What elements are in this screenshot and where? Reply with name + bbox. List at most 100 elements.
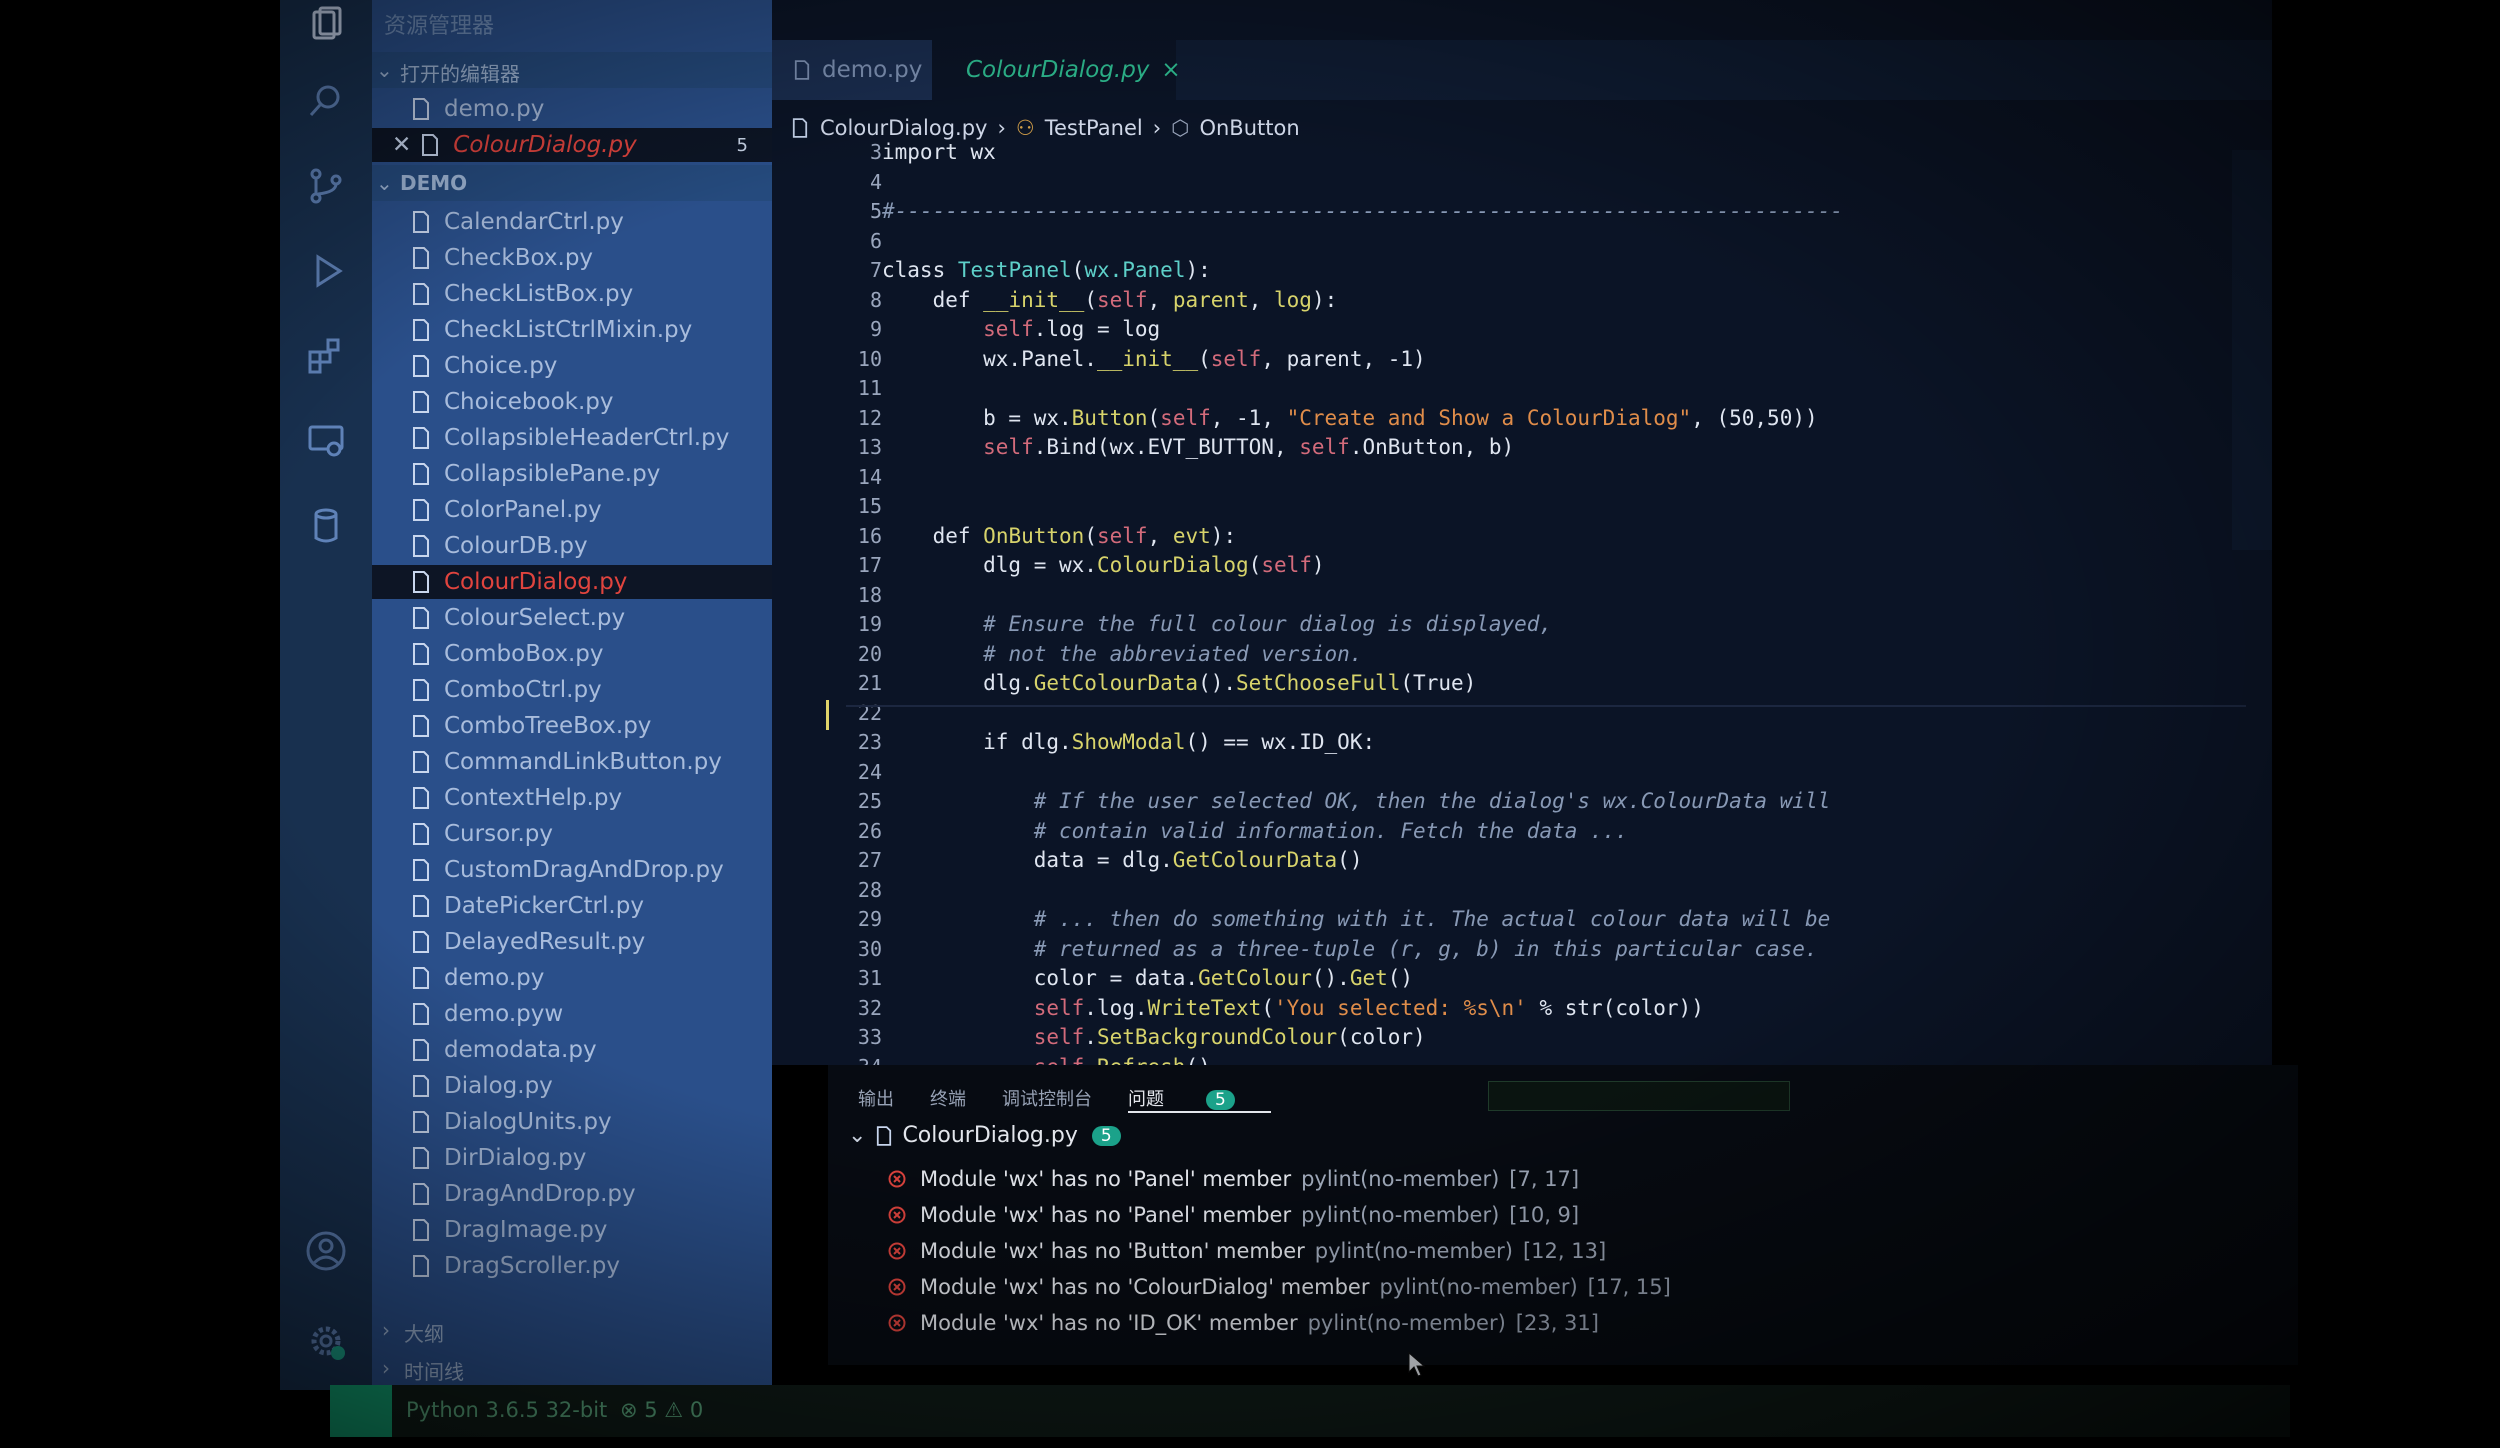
outline-header[interactable]: › 大纲 (372, 1312, 772, 1348)
code-line[interactable]: def __init__(self, parent, log): (882, 288, 1338, 312)
file-tree-item[interactable]: DatePickerCtrl.py (412, 889, 772, 923)
file-tree-item[interactable]: Cursor.py (412, 817, 772, 851)
code-line[interactable]: # returned as a three-tuple (r, g, b) in… (882, 937, 1818, 961)
folder-header-demo[interactable]: ⌄ DEMO (372, 165, 772, 201)
file-tree-item[interactable]: DragAndDrop.py (412, 1177, 772, 1211)
code-line[interactable]: import wx (882, 140, 996, 164)
file-icon (413, 571, 429, 593)
line-number: 26 (857, 818, 882, 843)
file-tree-item[interactable]: Dialog.py (412, 1069, 772, 1103)
database-icon[interactable] (300, 500, 352, 552)
open-editors-header[interactable]: ⌄ 打开的编辑器 (372, 52, 772, 88)
file-tree-item[interactable]: ComboTreeBox.py (412, 709, 772, 743)
code-line[interactable]: self.Refresh() (882, 1055, 1211, 1066)
file-tree-item[interactable]: DragImage.py (412, 1213, 772, 1247)
code-line[interactable]: b = wx.Button(self, -1, "Create and Show… (882, 406, 1817, 430)
breadcrumb-file[interactable]: ColourDialog.py (820, 116, 987, 140)
code-line[interactable]: # ... then do something with it. The act… (882, 907, 1831, 931)
file-tree-item[interactable]: demo.pyw (412, 997, 772, 1031)
file-tree-item[interactable]: demo.py (412, 961, 772, 995)
file-icon (413, 1219, 429, 1241)
breadcrumb-method[interactable]: OnButton (1199, 116, 1299, 140)
line-number: 19 (857, 612, 882, 636)
file-tree-item[interactable]: ColorPanel.py (412, 493, 772, 527)
file-label: DragScroller.py (444, 1253, 620, 1279)
file-tree-item[interactable]: DialogUnits.py (412, 1105, 772, 1139)
file-tree-item[interactable]: CheckBox.py (412, 241, 772, 275)
open-editor-colourdialog[interactable]: ✕ ColourDialog.py 5 (372, 128, 772, 162)
file-tree-item[interactable]: CheckListBox.py (412, 277, 772, 311)
problem-item[interactable]: Module 'wx' has no 'Button' member pylint… (888, 1239, 1606, 1263)
code-line[interactable]: self.SetBackgroundColour(color) (882, 1025, 1426, 1049)
code-line[interactable]: self.Bind(wx.EVT_BUTTON, self.OnButton, … (882, 435, 1514, 459)
timeline-header[interactable]: › 时间线 (372, 1350, 772, 1386)
file-tree-item[interactable]: CollapsiblePane.py (412, 457, 772, 491)
code-line[interactable]: data = dlg.GetColourData() (882, 848, 1363, 872)
problem-item[interactable]: Module 'wx' has no 'Panel' member pylint(… (888, 1203, 1579, 1227)
file-tree-item[interactable]: Choice.py (412, 349, 772, 383)
code-line[interactable]: def OnButton(self, evt): (882, 524, 1237, 548)
code-line[interactable]: #---------------------------------------… (882, 199, 1843, 223)
file-tree-item[interactable]: ColourSelect.py (412, 601, 772, 635)
file-tree-item[interactable]: CheckListCtrlMixin.py (412, 313, 772, 347)
line-number: 7 (869, 258, 882, 282)
file-tree-item[interactable]: Choicebook.py (412, 385, 772, 419)
code-line[interactable]: # Ensure the full colour dialog is displ… (882, 612, 1552, 636)
file-tree-item[interactable]: demodata.py (412, 1033, 772, 1067)
file-tree-item[interactable]: CustomDragAndDrop.py (412, 853, 772, 887)
minimap[interactable] (2232, 150, 2272, 550)
breadcrumb-class[interactable]: TestPanel (1045, 116, 1143, 140)
problem-position: [10, 9] (1509, 1203, 1580, 1227)
outline-label: 大纲 (404, 1322, 444, 1346)
file-tree-item[interactable]: ComboBox.py (412, 637, 772, 671)
code-line[interactable]: # If the user selected OK, then the dial… (882, 789, 1831, 813)
file-label: ColourDB.py (444, 533, 588, 559)
file-tree-item[interactable]: DelayedResult.py (412, 925, 772, 959)
file-tree-item[interactable]: DragScroller.py (412, 1249, 772, 1283)
file-tree-item[interactable]: ColourDialog.py5 (372, 565, 772, 599)
tab-terminal[interactable]: 终端 (930, 1085, 966, 1113)
editor-area[interactable]: demo.py ColourDialog.py × ColourDialog.p… (772, 0, 2272, 1065)
source-control-icon[interactable] (300, 160, 352, 212)
code-line[interactable]: # not the abbreviated version. (882, 642, 1362, 666)
close-tab-icon[interactable]: × (1161, 57, 1180, 83)
problem-item[interactable]: Module 'wx' has no 'ColourDialog' member… (888, 1275, 1671, 1299)
problem-file-group[interactable]: ⌄ ColourDialog.py 5 (848, 1123, 1121, 1148)
code-line[interactable]: dlg = wx.ColourDialog(self) (882, 553, 1324, 577)
explorer-icon[interactable] (300, 0, 352, 52)
tab-demo[interactable]: demo.py (772, 40, 956, 100)
tab-debug-console[interactable]: 调试控制台 (1002, 1085, 1092, 1113)
code-line[interactable]: self.log.WriteText('You selected: %s\n' … (882, 996, 1704, 1020)
remote-indicator[interactable] (330, 1385, 392, 1437)
file-tree-item[interactable]: ComboCtrl.py (412, 673, 772, 707)
extensions-icon[interactable] (300, 330, 352, 382)
problem-item[interactable]: Module 'wx' has no 'ID_OK' member pylint(… (888, 1311, 1599, 1335)
problem-item[interactable]: Module 'wx' has no 'Panel' member pylint(… (888, 1167, 1579, 1191)
filter-input[interactable] (1488, 1081, 1790, 1111)
python-interpreter[interactable]: Python 3.6.5 32-bit (406, 1398, 607, 1422)
run-debug-icon[interactable] (300, 245, 352, 297)
open-editor-demo[interactable]: demo.py (412, 92, 772, 126)
search-icon[interactable] (300, 75, 352, 127)
code-line[interactable]: wx.Panel.__init__(self, parent, -1) (882, 347, 1426, 371)
file-tree-item[interactable]: CollapsibleHeaderCtrl.py (412, 421, 772, 455)
file-tree-item[interactable]: ContextHelp.py (412, 781, 772, 815)
account-icon[interactable] (300, 1225, 352, 1277)
file-tree-item[interactable]: CalendarCtrl.py (412, 205, 772, 239)
code-line[interactable]: self.log = log (882, 317, 1160, 341)
tab-output[interactable]: 输出 (858, 1085, 894, 1113)
code-line[interactable]: if dlg.ShowModal() == wx.ID_OK: (882, 730, 1375, 754)
code-line[interactable]: class TestPanel(wx.Panel): (882, 258, 1211, 282)
code-line[interactable]: color = data.GetColour().Get() (882, 966, 1413, 990)
code-line[interactable]: # contain valid information. Fetch the d… (882, 819, 1628, 843)
problems-summary[interactable]: ⊗ 5 ⚠ 0 (620, 1398, 703, 1422)
file-tree-item[interactable]: CommandLinkButton.py (412, 745, 772, 779)
tab-colourdialog[interactable]: ColourDialog.py × (932, 40, 1181, 100)
remote-explorer-icon[interactable] (300, 415, 352, 467)
close-icon[interactable]: ✕ (392, 132, 411, 158)
file-tree-item[interactable]: DirDialog.py (412, 1141, 772, 1175)
code-line[interactable]: dlg.GetColourData().SetChooseFull(True) (882, 671, 1476, 695)
settings-gear-icon[interactable] (300, 1315, 352, 1367)
tab-problems[interactable]: 问题 5 (1128, 1085, 1271, 1113)
file-tree-item[interactable]: ColourDB.py (412, 529, 772, 563)
